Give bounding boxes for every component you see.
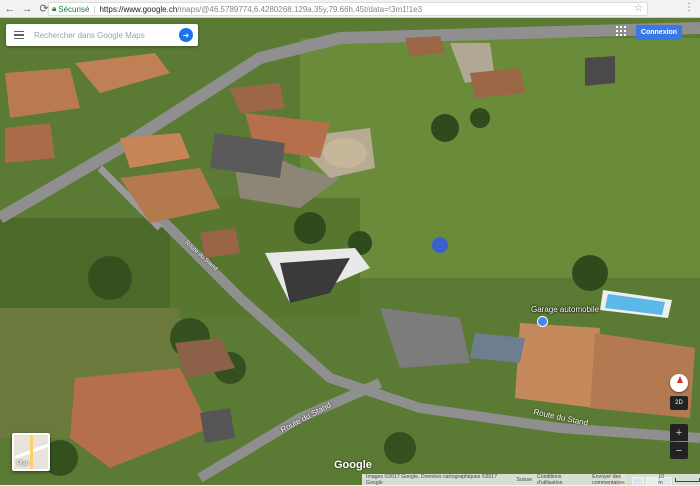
country-link[interactable]: Suisse (516, 477, 532, 483)
separator: | (93, 4, 96, 14)
apps-grid-icon[interactable] (616, 26, 626, 36)
zoom-in-button[interactable]: + (670, 424, 688, 441)
address-bar[interactable]: 🔒︎ Sécurisé | https://www.google.ch /map… (48, 2, 648, 16)
place-label[interactable]: Garage automobile (531, 305, 599, 314)
view-mode-button[interactable]: 2D (670, 396, 688, 410)
feedback-link[interactable]: Envoyer des commentaires (592, 474, 653, 486)
bookmark-star-icon[interactable]: ☆ (634, 3, 643, 14)
secure-label: Sécurisé (58, 4, 90, 14)
map-layer-toggle[interactable]: Plan (12, 433, 50, 471)
url-host: https://www.google.ch (99, 4, 178, 14)
map-footer: Images ©2017 Google, Données cartographi… (362, 473, 700, 486)
search-input[interactable] (32, 29, 166, 41)
attribution-text: Images ©2017 Google, Données cartographi… (366, 473, 498, 486)
compass-icon[interactable] (670, 374, 688, 392)
google-logo: Google (334, 459, 372, 471)
menu-icon[interactable] (6, 30, 32, 40)
satellite-imagery (0, 18, 700, 485)
directions-icon[interactable]: ➜ (179, 28, 193, 42)
forward-icon[interactable]: → (20, 2, 34, 16)
search-box: ➜ (6, 24, 198, 46)
scale-bar (674, 477, 700, 482)
satellite-map[interactable]: ➜ Connexion Garage automobile Route du S… (0, 18, 700, 485)
layer-toggle-label: Plan (17, 461, 30, 467)
url-path: /maps/@46.5789774,6.4280268,129a,35y,79.… (177, 4, 423, 14)
terms-link[interactable]: Conditions d'utilisation (537, 474, 587, 486)
back-icon[interactable]: ← (3, 2, 17, 16)
place-pin-icon[interactable] (537, 316, 548, 327)
browser-menu-icon[interactable]: ⋮ (684, 2, 694, 13)
scale-label: 10 m (658, 473, 665, 486)
zoom-out-button[interactable]: − (670, 442, 688, 459)
browser-toolbar: ← → ⟳ 🔒︎ Sécurisé | https://www.google.c… (0, 0, 700, 18)
lock-icon: 🔒︎ (52, 4, 57, 13)
signin-button[interactable]: Connexion (636, 25, 682, 40)
